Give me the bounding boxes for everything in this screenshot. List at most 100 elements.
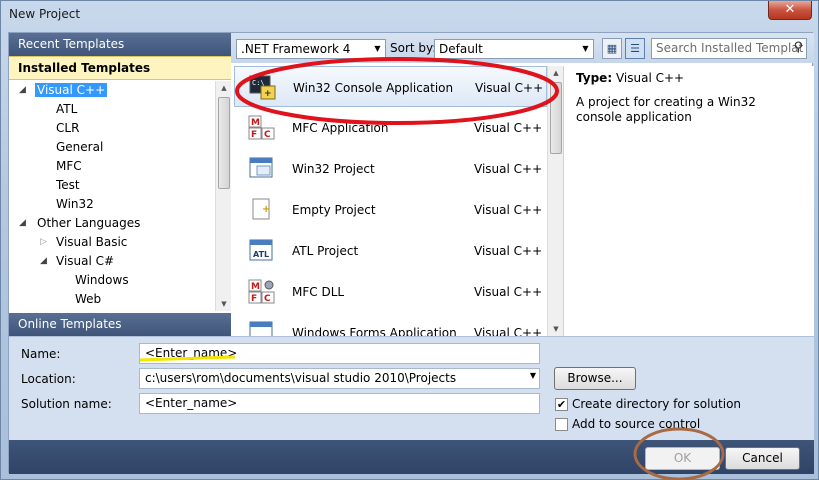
tree-item-windows[interactable]: Windows xyxy=(75,271,129,290)
template-name: Windows Forms Application xyxy=(292,326,457,336)
expand-arrow-icon[interactable]: ◢ xyxy=(19,214,26,233)
svg-text:C: C xyxy=(264,294,271,304)
mfc-dll-icon: M F C xyxy=(248,279,275,304)
template-type-line: Type: Visual C++ xyxy=(576,71,802,85)
chevron-down-icon[interactable]: ▼ xyxy=(530,371,536,380)
source-control-checkbox[interactable] xyxy=(555,418,568,431)
atl-icon: ATL xyxy=(249,239,273,261)
sort-value: Default xyxy=(439,42,483,56)
location-combobox[interactable]: c:\users\rom\documents\visual studio 201… xyxy=(139,368,540,389)
search-placeholder: Search Installed Templat xyxy=(656,41,804,55)
expand-arrow-icon[interactable]: ◢ xyxy=(40,252,47,271)
cancel-button[interactable]: Cancel xyxy=(725,447,800,470)
template-language: Visual C++ xyxy=(475,81,544,95)
project-settings-form: Name: <Enter_name> Location: c:\users\ro… xyxy=(9,336,814,440)
name-label: Name: xyxy=(21,347,61,361)
new-project-dialog: New Project ✕ Recent Templates Installed… xyxy=(0,0,819,480)
template-name: Win32 Project xyxy=(292,162,375,176)
chevron-down-icon: ▼ xyxy=(374,44,381,53)
online-templates-header[interactable]: Online Templates xyxy=(9,313,231,336)
template-name: ATL Project xyxy=(292,244,359,258)
scroll-up-arrow-icon[interactable]: ▲ xyxy=(548,66,564,80)
framework-value: .NET Framework 4 xyxy=(241,42,351,56)
window-icon xyxy=(249,157,273,178)
sort-dropdown[interactable]: Default ▼ xyxy=(434,39,594,59)
template-language: Visual C++ xyxy=(474,121,543,135)
location-label: Location: xyxy=(21,372,76,386)
svg-text:F: F xyxy=(251,294,257,304)
template-row-atl-project[interactable]: ATL ATL Project Visual C++ xyxy=(234,230,547,271)
scroll-up-arrow-icon[interactable]: ▲ xyxy=(216,81,232,95)
tree-item-visual-basic[interactable]: ▷ Visual Basic xyxy=(40,233,127,252)
small-icons-view-button[interactable]: ▦ xyxy=(602,38,622,59)
template-row-windows-forms[interactable]: Windows Forms Application Visual C++ xyxy=(234,312,547,336)
template-tree: ◢ Visual C++ ATL CLR General MFC Test Wi… xyxy=(9,81,215,309)
template-row-mfc-dll[interactable]: M F C MFC DLL Visual C++ xyxy=(234,271,547,312)
tree-item-web[interactable]: Web xyxy=(75,290,101,309)
template-details-pane: Type: Visual C++ A project for creating … xyxy=(563,66,814,336)
svg-text:+: + xyxy=(264,89,272,99)
forms-icon xyxy=(249,321,273,336)
sort-by-label: Sort by: xyxy=(390,41,437,55)
installed-templates-header[interactable]: Installed Templates xyxy=(9,56,231,80)
framework-dropdown[interactable]: .NET Framework 4 ▼ xyxy=(236,39,386,59)
templates-navigation-pane: Recent Templates Installed Templates ◢ V… xyxy=(9,33,231,336)
tree-item-win32[interactable]: Win32 xyxy=(56,195,94,214)
template-list: C:\ + Win32 Console Application Visual C… xyxy=(234,66,547,336)
svg-text:M: M xyxy=(251,282,260,292)
dialog-footer: OK Cancel xyxy=(9,440,814,474)
template-list-scrollbar[interactable]: ▲ ▼ xyxy=(547,66,563,336)
close-button[interactable]: ✕ xyxy=(768,1,812,20)
details-view-button[interactable]: ☰ xyxy=(625,38,645,59)
recent-templates-header[interactable]: Recent Templates xyxy=(9,33,231,56)
tree-item-label: Visual C# xyxy=(56,254,115,268)
svg-text:C: C xyxy=(264,130,271,140)
scrollbar-thumb[interactable] xyxy=(218,97,230,189)
tree-item-label: Other Languages xyxy=(37,216,141,230)
window-title: New Project xyxy=(9,7,81,21)
template-row-mfc-application[interactable]: M F C MFC Application Visual C++ xyxy=(234,107,547,148)
browse-button[interactable]: Browse... xyxy=(554,367,636,390)
svg-text:ATL: ATL xyxy=(253,250,269,259)
console-app-icon: C:\ + xyxy=(249,75,276,100)
tree-item-other-languages[interactable]: ◢ Other Languages xyxy=(19,214,140,233)
scroll-down-arrow-icon[interactable]: ▼ xyxy=(548,322,564,336)
tree-item-atl[interactable]: ATL xyxy=(56,100,77,119)
template-language: Visual C++ xyxy=(474,162,543,176)
dialog-client-area: Recent Templates Installed Templates ◢ V… xyxy=(8,32,814,474)
ok-button[interactable]: OK xyxy=(645,447,720,470)
scroll-down-arrow-icon[interactable]: ▼ xyxy=(216,297,232,311)
search-installed-templates-input[interactable]: Search Installed Templat ⚲ xyxy=(651,38,807,59)
type-label: Type: xyxy=(576,71,613,85)
template-language: Visual C++ xyxy=(474,326,543,336)
tree-item-general[interactable]: General xyxy=(56,138,103,157)
collapsed-arrow-icon[interactable]: ▷ xyxy=(40,233,47,252)
template-row-win32-console[interactable]: C:\ + Win32 Console Application Visual C… xyxy=(234,66,547,107)
tree-item-mfc[interactable]: MFC xyxy=(56,157,82,176)
source-control-label[interactable]: Add to source control xyxy=(572,417,700,431)
create-directory-label[interactable]: Create directory for solution xyxy=(572,397,741,411)
search-icon[interactable]: ⚲ xyxy=(793,40,803,55)
tree-scrollbar[interactable]: ▲ ▼ xyxy=(215,81,231,311)
tree-item-test[interactable]: Test xyxy=(56,176,80,195)
template-row-win32-project[interactable]: Win32 Project Visual C++ xyxy=(234,148,547,189)
tree-item-visual-cpp[interactable]: ◢ Visual C++ xyxy=(19,81,108,100)
tree-item-clr[interactable]: CLR xyxy=(56,119,79,138)
template-language: Visual C++ xyxy=(474,203,543,217)
svg-text:M: M xyxy=(251,118,260,128)
template-name: MFC DLL xyxy=(292,285,345,299)
tree-item-label: Visual C++ xyxy=(35,83,108,97)
template-name: Empty Project xyxy=(292,203,376,217)
name-input[interactable]: <Enter_name> xyxy=(139,343,540,364)
template-row-empty-project[interactable]: + Empty Project Visual C++ xyxy=(234,189,547,230)
svg-text:+: + xyxy=(262,204,270,215)
expand-arrow-icon[interactable]: ◢ xyxy=(19,81,26,100)
scrollbar-thumb[interactable] xyxy=(550,82,562,154)
template-language: Visual C++ xyxy=(474,244,543,258)
type-value: Visual C++ xyxy=(615,71,685,85)
solution-name-input[interactable]: <Enter_name> xyxy=(139,393,540,414)
tree-item-visual-csharp[interactable]: ◢ Visual C# xyxy=(40,252,114,271)
template-name: MFC Application xyxy=(292,121,389,135)
svg-text:F: F xyxy=(251,130,257,140)
create-directory-checkbox[interactable]: ✔ xyxy=(555,398,568,411)
